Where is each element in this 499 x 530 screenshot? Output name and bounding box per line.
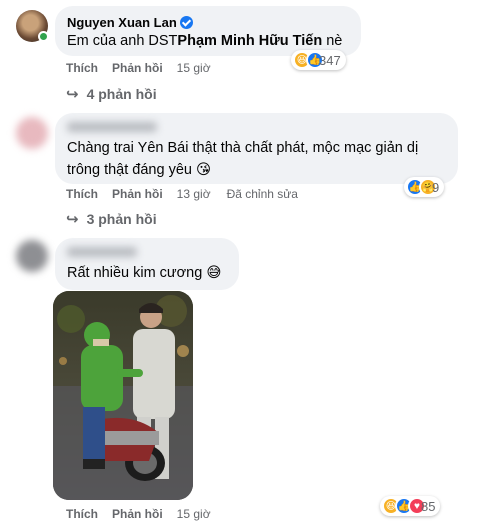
- comment-actions: Thích Phản hồi 15 giờ: [66, 61, 227, 75]
- comment-actions: Thích Phản hồi 13 giờ Đã chỉnh sửa: [66, 187, 298, 201]
- comment-author[interactable]: Nguyen Xuan Lan: [67, 15, 177, 30]
- comment-text: Rất nhiều kim cương 😅: [67, 265, 222, 281]
- kiss-emoji-icon: 😘: [196, 162, 212, 178]
- comment-text: Em của anh DSTPhạm Minh Hữu Tiến nè: [67, 33, 343, 49]
- reply-button[interactable]: Phản hồi: [112, 507, 163, 521]
- tagged-user-link[interactable]: Phạm Minh Hữu Tiến: [177, 33, 322, 49]
- reaction-count: 9: [432, 179, 440, 195]
- grinning-emoji-icon: 😅: [206, 265, 222, 281]
- view-replies-link[interactable]: ↪ 4 phản hồi: [66, 85, 157, 103]
- online-status-dot: [38, 31, 49, 42]
- timestamp[interactable]: 15 giờ: [177, 507, 211, 521]
- comment-bubble: Chàng trai Yên Bái thật thà chất phát, m…: [55, 113, 458, 184]
- reaction-summary[interactable]: 👍 🤗 9: [404, 177, 445, 197]
- reply-arrow-icon: ↪: [66, 211, 79, 228]
- reaction-summary[interactable]: 😆 👍 ♥ 85: [380, 496, 441, 516]
- reaction-count: 85: [421, 498, 436, 514]
- timestamp[interactable]: 13 giờ: [177, 187, 211, 201]
- reaction-summary[interactable]: 😆 👍 347: [291, 50, 346, 70]
- avatar[interactable]: [16, 240, 48, 272]
- comment-bubble: Nguyen Xuan Lan Em của anh DSTPhạm Minh …: [55, 6, 361, 56]
- comment-text-line-1: Chàng trai Yên Bái thật thà chất phát, m…: [67, 140, 419, 156]
- reaction-count: 347: [319, 52, 341, 68]
- reply-button[interactable]: Phản hồi: [112, 187, 163, 201]
- comment-text-line-2: trông thật đáng yêu 😘: [67, 162, 212, 178]
- like-button[interactable]: Thích: [66, 507, 98, 521]
- like-button[interactable]: Thích: [66, 61, 98, 75]
- attached-photo[interactable]: [53, 291, 193, 500]
- reply-button[interactable]: Phản hồi: [112, 61, 163, 75]
- view-replies-link[interactable]: ↪ 3 phản hồi: [66, 210, 157, 228]
- reply-arrow-icon: ↪: [66, 86, 79, 103]
- photo-street-scene: [53, 291, 193, 500]
- comment-actions: Thích Phản hồi 15 giờ: [66, 507, 227, 521]
- verified-badge-icon: [179, 16, 193, 29]
- like-button[interactable]: Thích: [66, 187, 98, 201]
- comment-author-blurred[interactable]: [67, 247, 137, 257]
- edited-label[interactable]: Đã chỉnh sửa: [227, 187, 298, 201]
- timestamp[interactable]: 15 giờ: [177, 61, 211, 75]
- comment-bubble: Rất nhiều kim cương 😅: [55, 238, 239, 290]
- comment-author-blurred[interactable]: [67, 122, 157, 132]
- avatar[interactable]: [16, 117, 48, 149]
